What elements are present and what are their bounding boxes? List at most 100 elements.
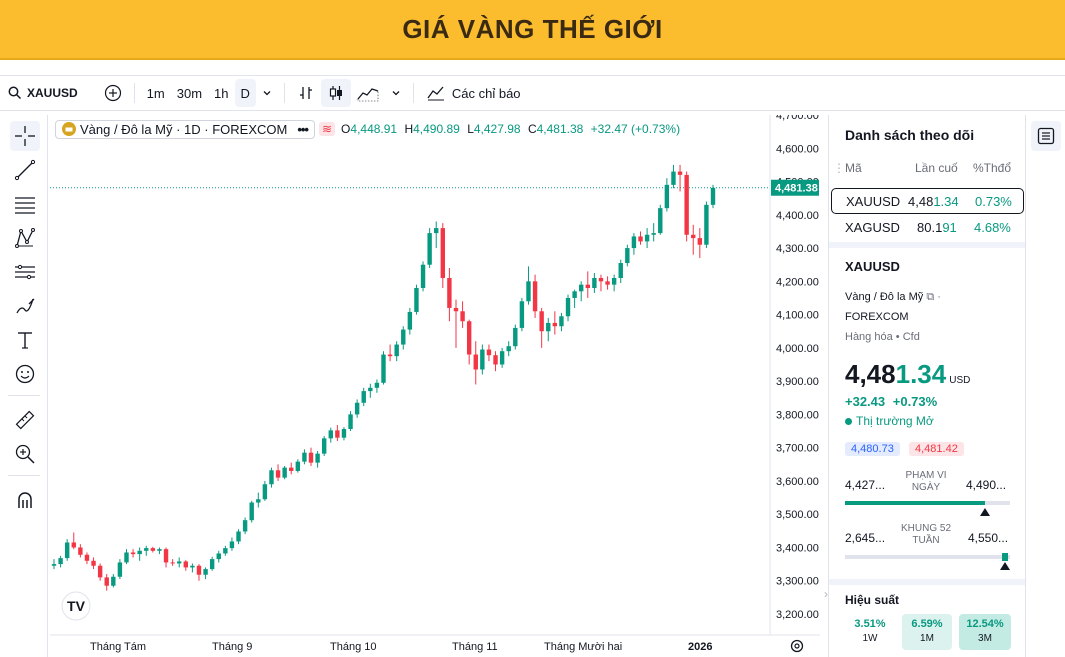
- indicator-toggle-icon[interactable]: ≋: [318, 122, 336, 136]
- candle-body: [585, 284, 590, 288]
- zoom-tool[interactable]: [10, 439, 40, 469]
- compare-button[interactable]: [98, 79, 128, 107]
- candle-body: [170, 562, 175, 564]
- symbol-search[interactable]: XAUUSD: [0, 79, 84, 107]
- perf-1m[interactable]: 6.59% 1M: [902, 614, 952, 650]
- trend-line-tool[interactable]: [10, 155, 40, 185]
- perf-value: 12.54%: [966, 618, 1004, 630]
- page-banner: GIÁ VÀNG THẾ GIỚI: [0, 0, 1065, 60]
- day-low: 4,427...: [845, 478, 886, 492]
- candle-body: [236, 531, 241, 542]
- forecast-tool[interactable]: [10, 257, 40, 287]
- drag-handle-icon[interactable]: ⋮: [833, 161, 845, 175]
- price-chart[interactable]: 4,700.004,600.004,500.004,400.004,300.00…: [50, 115, 820, 657]
- brush-tool[interactable]: [10, 291, 40, 321]
- indicators-icon: [427, 86, 444, 101]
- time-tick-label: 2026: [688, 641, 712, 653]
- candle-body: [552, 322, 558, 327]
- symbol-legend[interactable]: Vàng / Đô la Mỹ · 1D · FOREXCOM •••: [55, 119, 315, 139]
- candle-body: [361, 391, 366, 403]
- more-icon[interactable]: •••: [297, 122, 309, 137]
- candles-style-button[interactable]: [320, 79, 351, 107]
- candle-body: [137, 550, 142, 555]
- details-symbol: XAUUSD: [845, 259, 900, 274]
- interval-dropdown[interactable]: [256, 79, 278, 107]
- col-symbol[interactable]: Mã: [845, 161, 862, 175]
- magnet-tool[interactable]: [10, 485, 40, 515]
- brush-icon: [16, 298, 35, 314]
- candle-body: [559, 316, 564, 327]
- change-pct: +0.73%: [892, 394, 938, 409]
- candle-body: [565, 297, 571, 317]
- interval-1m[interactable]: 1m: [141, 79, 171, 107]
- chart-type-dropdown[interactable]: [385, 79, 407, 107]
- candles-icon: [329, 86, 342, 100]
- candle-body: [519, 301, 525, 328]
- candle-body: [269, 470, 274, 485]
- price-tick-label: 3,600.00: [776, 476, 819, 488]
- candle-body: [704, 204, 709, 245]
- candle-body: [453, 307, 459, 312]
- candle-body: [97, 565, 103, 578]
- interval-label: 30m: [176, 85, 203, 101]
- time-tick-label: Tháng 10: [330, 641, 376, 653]
- close-label: C: [527, 122, 537, 136]
- perf-3m[interactable]: 12.54% 3M: [959, 614, 1011, 650]
- candle-body: [506, 346, 511, 352]
- crosshair-tool[interactable]: [10, 121, 40, 151]
- interval-1h[interactable]: 1h: [208, 79, 234, 107]
- candle-body: [282, 467, 287, 478]
- emoji-tool[interactable]: [10, 359, 40, 389]
- candle-body: [130, 552, 136, 555]
- details-exchange[interactable]: FOREXCOM: [845, 311, 909, 323]
- candle-body: [625, 248, 630, 264]
- row-change: 4.68%: [974, 219, 1011, 235]
- details-type: Cfd: [902, 331, 920, 343]
- row-change: 0.73%: [975, 193, 1012, 209]
- day-range-bar: [845, 501, 1010, 516]
- col-change[interactable]: %Thđổ: [973, 161, 1011, 175]
- collapse-panel-icon[interactable]: ›: [824, 587, 828, 601]
- candle-body: [407, 311, 413, 330]
- measure-tool[interactable]: [10, 405, 40, 435]
- col-last[interactable]: Lần cuố: [915, 161, 958, 175]
- candle-body: [242, 520, 248, 532]
- high-label: H: [404, 122, 414, 136]
- toolbar-divider: [8, 475, 40, 476]
- candle-body: [229, 541, 235, 549]
- candle-body: [328, 430, 333, 439]
- area-style-button[interactable]: [351, 79, 385, 107]
- price-tick-label: 4,600.00: [776, 143, 819, 155]
- watchlist-row-xauusd[interactable]: XAUUSD 4,481.34 0.73%: [831, 188, 1024, 214]
- candle-body: [374, 382, 380, 388]
- toolbar-divider: [8, 395, 40, 396]
- candle-body: [671, 171, 676, 185]
- bars-style-button[interactable]: [291, 79, 321, 107]
- candle-body: [631, 236, 637, 249]
- text-tool[interactable]: [10, 325, 40, 355]
- perf-1w[interactable]: 3.51% 1W: [845, 614, 895, 650]
- smiley-icon: [15, 364, 35, 384]
- fib-tool[interactable]: [10, 189, 40, 219]
- watchlist-button[interactable]: [1031, 121, 1061, 151]
- chart-legend: Vàng / Đô la Mỹ · 1D · FOREXCOM ••• ≋ O4…: [55, 119, 680, 139]
- interval-30m[interactable]: 30m: [171, 79, 208, 107]
- external-link-icon[interactable]: ⧉: [926, 291, 934, 303]
- candle-body: [302, 452, 307, 462]
- candle-body: [618, 263, 623, 279]
- candle-body: [321, 438, 327, 454]
- candle-body: [84, 554, 90, 561]
- horizontal-lines-icon: [15, 197, 35, 214]
- candle-body: [117, 562, 123, 577]
- candle-body: [420, 264, 426, 288]
- candle-body: [644, 234, 650, 242]
- candle-body: [348, 414, 353, 430]
- pattern-tool[interactable]: [10, 223, 40, 253]
- candle-body: [697, 238, 703, 245]
- watchlist-row-xagusd[interactable]: XAGUSD 80.191 4.68%: [831, 214, 1024, 240]
- interval-1d[interactable]: D: [234, 79, 256, 107]
- settings-icon[interactable]: [790, 639, 804, 653]
- candle-body: [460, 311, 465, 322]
- indicators-button[interactable]: Các chỉ báo: [420, 79, 527, 107]
- day-range-label-2: NGÀY: [911, 482, 941, 493]
